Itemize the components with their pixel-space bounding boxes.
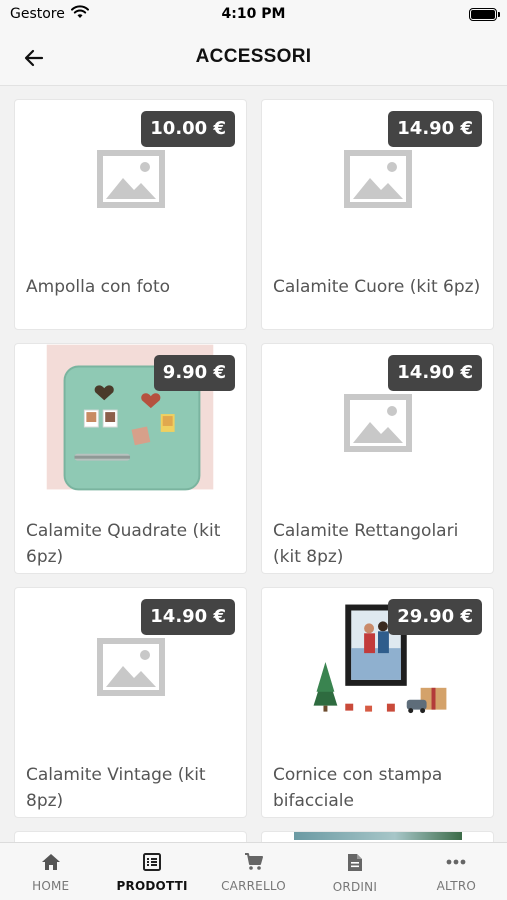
price-badge: 10.00 € xyxy=(141,111,235,147)
tab-ordini[interactable]: ORDINI xyxy=(304,843,405,900)
more-icon xyxy=(446,859,466,865)
carrier-label: Gestore xyxy=(10,6,65,22)
battery-icon xyxy=(469,7,500,21)
product-name: Calamite Vintage (kit 8pz) xyxy=(26,765,206,811)
document-icon xyxy=(347,854,362,871)
product-photo xyxy=(294,832,462,840)
tab-label: PRODOTTI xyxy=(116,879,188,893)
price-badge: 14.90 € xyxy=(141,599,235,635)
product-name: Calamite Rettangolari (kit 8pz) xyxy=(273,521,459,567)
product-name: Ampolla con foto xyxy=(26,277,171,297)
price-badge: 14.90 € xyxy=(388,355,482,391)
tab-home[interactable]: HOME xyxy=(0,843,101,900)
product-card[interactable] xyxy=(261,831,494,842)
product-card[interactable]: 14.90 € Calamite Rettangolari (kit 8pz) xyxy=(261,343,494,574)
price-badge: 29.90 € xyxy=(388,599,482,635)
back-button[interactable] xyxy=(18,42,50,74)
tab-prodotti[interactable]: PRODOTTI xyxy=(101,843,202,900)
tab-label: CARRELLO xyxy=(221,879,286,893)
product-card[interactable]: 10.00 € Ampolla con foto xyxy=(14,99,247,330)
status-bar: Gestore 4:10 PM xyxy=(0,0,507,28)
nav-header: ACCESSORI xyxy=(0,28,507,86)
home-icon xyxy=(41,854,60,870)
product-card[interactable] xyxy=(14,831,247,842)
product-name: Calamite Quadrate (kit 6pz) xyxy=(26,521,221,567)
price-badge: 14.90 € xyxy=(388,111,482,147)
tab-carrello[interactable]: CARRELLO xyxy=(203,843,304,900)
product-name: Calamite Cuore (kit 6pz) xyxy=(273,277,481,297)
arrow-left-icon xyxy=(24,49,44,67)
cart-icon xyxy=(244,853,263,870)
product-card[interactable]: 14.90 € Calamite Vintage (kit 8pz) xyxy=(14,587,247,818)
product-card[interactable]: 14.90 € Calamite Cuore (kit 6pz) xyxy=(261,99,494,330)
tab-altro[interactable]: ALTRO xyxy=(406,843,507,900)
page-title: ACCESSORI xyxy=(195,45,312,67)
list-icon xyxy=(143,853,162,871)
tab-label: HOME xyxy=(32,879,70,893)
price-badge: 9.90 € xyxy=(153,355,235,391)
product-card[interactable]: 9.90 € Calamite Quadrate (kit 6pz) xyxy=(14,343,247,574)
wifi-icon xyxy=(70,5,89,23)
tab-label: ORDINI xyxy=(332,880,378,894)
tab-label: ALTRO xyxy=(436,879,476,893)
product-list[interactable]: 10.00 € Ampolla con foto 14.90 € Calamit… xyxy=(0,87,507,842)
product-name: Cornice con stampa bifacciale xyxy=(273,765,443,811)
product-card[interactable]: 29.90 € Cornice con stampa bifacciale xyxy=(261,587,494,818)
tab-bar: HOME PRODOTTI CARRELLO ORDINI ALTRO xyxy=(0,842,507,900)
